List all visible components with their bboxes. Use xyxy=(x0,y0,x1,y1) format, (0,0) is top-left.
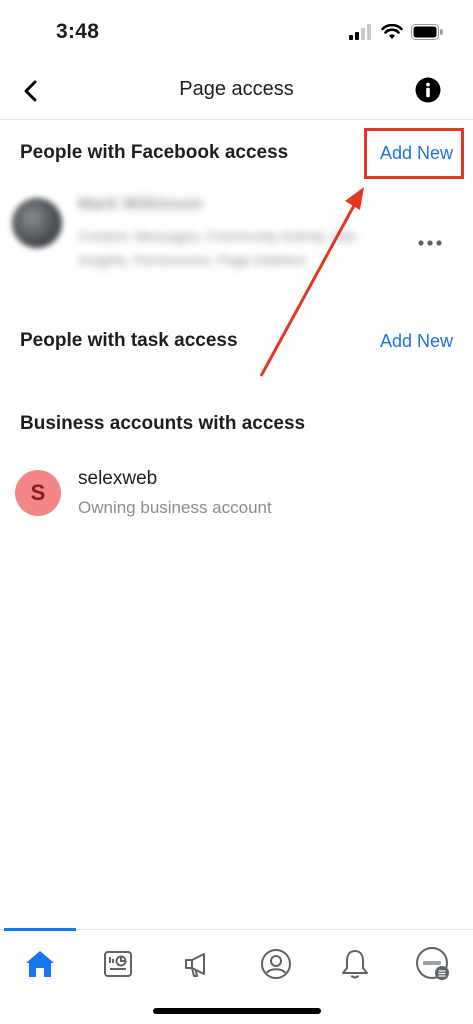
profile-icon xyxy=(261,949,291,979)
status-icons xyxy=(349,24,443,40)
facebook-access-title: People with Facebook access xyxy=(20,142,289,163)
add-new-task-access-button[interactable]: Add New xyxy=(380,331,453,352)
person-name: Mark Wilkinson xyxy=(78,194,203,213)
status-time: 3:48 xyxy=(56,20,100,43)
business-account-row[interactable]: S selexweb Owning business account xyxy=(15,462,455,522)
annotation-highlight-box xyxy=(364,128,464,179)
tab-notifications[interactable] xyxy=(335,944,375,984)
person-permissions: Content, Messages, Community Activity, A… xyxy=(78,228,359,268)
status-bar: 3:48 xyxy=(0,0,473,62)
page-avatar-icon xyxy=(416,947,449,980)
avatar xyxy=(12,198,62,248)
active-tab-indicator xyxy=(4,928,76,931)
tab-home[interactable] xyxy=(20,944,60,984)
business-access-header: Business accounts with access xyxy=(20,409,453,439)
megaphone-icon xyxy=(185,953,205,977)
tab-profile[interactable] xyxy=(256,944,296,984)
business-name: selexweb xyxy=(78,468,158,489)
tab-ads[interactable] xyxy=(177,944,217,984)
home-icon xyxy=(26,951,54,977)
page-title: Page access xyxy=(179,78,294,100)
bell-icon xyxy=(342,950,368,979)
business-access-title: Business accounts with access xyxy=(20,413,306,434)
business-avatar: S xyxy=(15,470,61,516)
home-indicator xyxy=(153,1008,321,1014)
person-info: Mark Wilkinson Content, Messages, Commun… xyxy=(78,190,378,272)
more-options-icon[interactable] xyxy=(416,237,444,249)
signal-icon xyxy=(349,24,371,40)
business-role: Owning business account xyxy=(78,498,272,517)
tab-insights[interactable] xyxy=(98,944,138,984)
tab-page[interactable] xyxy=(413,944,453,984)
info-icon xyxy=(415,77,441,103)
insights-icon xyxy=(104,951,132,977)
task-access-header: People with task access Add New xyxy=(20,326,453,356)
task-access-title: People with task access xyxy=(20,330,238,351)
person-row[interactable]: Mark Wilkinson Content, Messages, Commun… xyxy=(12,190,462,300)
wifi-icon xyxy=(381,24,403,39)
nav-bar: Page access xyxy=(0,62,473,120)
battery-icon xyxy=(411,24,443,40)
info-button[interactable] xyxy=(415,77,441,103)
